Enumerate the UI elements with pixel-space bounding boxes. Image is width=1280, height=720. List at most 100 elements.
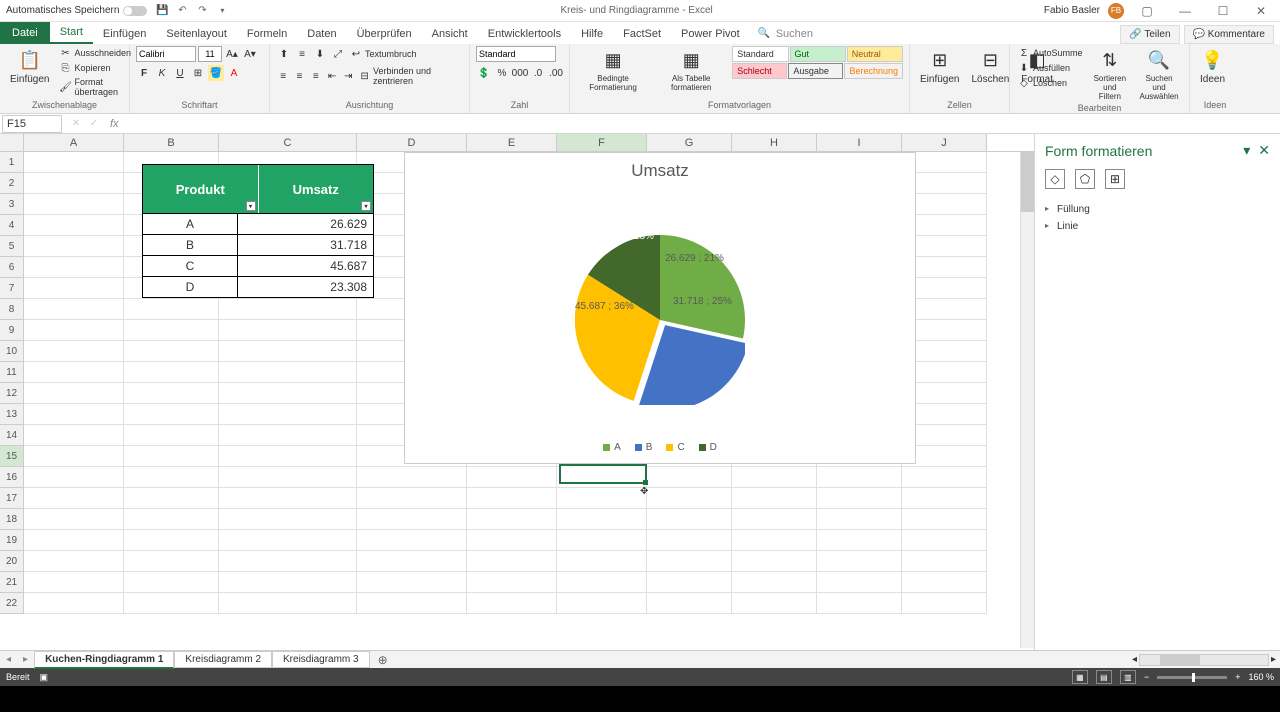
italic-button[interactable]: K	[154, 65, 170, 81]
size-tab-icon[interactable]: ⊞	[1105, 169, 1125, 189]
vertical-scrollbar[interactable]	[1020, 152, 1034, 648]
underline-button[interactable]: U	[172, 65, 188, 81]
row-header[interactable]: 5	[0, 236, 24, 257]
tab-powerpivot[interactable]: Power Pivot	[671, 24, 750, 44]
formula-input[interactable]	[123, 115, 1280, 133]
wrap-text-button[interactable]: ↩Textumbruch	[348, 47, 419, 61]
close-icon[interactable]: ✕	[1246, 2, 1276, 20]
row-header[interactable]: 11	[0, 362, 24, 383]
fill-button[interactable]: ⬇Ausfüllen	[1016, 61, 1085, 75]
selected-cell[interactable]	[559, 464, 647, 484]
tab-hilfe[interactable]: Hilfe	[571, 24, 613, 44]
indent-right-icon[interactable]: ⇥	[341, 68, 355, 84]
align-top-icon[interactable]: ⬆	[276, 46, 292, 62]
add-sheet-icon[interactable]: ⊕	[370, 653, 396, 667]
col-header[interactable]: J	[902, 134, 987, 151]
tab-ueberpruefen[interactable]: Überprüfen	[347, 24, 422, 44]
increase-font-icon[interactable]: A▴	[224, 46, 240, 62]
decrease-font-icon[interactable]: A▾	[242, 46, 258, 62]
row-header[interactable]: 17	[0, 488, 24, 509]
style-ausgabe[interactable]: Ausgabe	[788, 63, 843, 79]
row-header[interactable]: 4	[0, 215, 24, 236]
row-header[interactable]: 16	[0, 467, 24, 488]
orientation-icon[interactable]: ⤢	[330, 46, 346, 62]
search-box[interactable]: Suchen	[758, 24, 823, 44]
row-header[interactable]: 21	[0, 572, 24, 593]
bold-button[interactable]: F	[136, 65, 152, 81]
sheet-tab[interactable]: Kreisdiagramm 3	[272, 651, 370, 668]
align-middle-icon[interactable]: ≡	[294, 46, 310, 62]
col-header[interactable]: I	[817, 134, 902, 151]
align-left-icon[interactable]: ≡	[276, 68, 290, 84]
row-header[interactable]: 10	[0, 341, 24, 362]
cell-styles[interactable]: Standard Gut Neutral Schlecht Ausgabe Be…	[732, 46, 903, 79]
row-header[interactable]: 15	[0, 446, 24, 467]
merge-button[interactable]: ⊟Verbinden und zentrieren	[357, 65, 463, 87]
sheet-tab[interactable]: Kuchen-Ringdiagramm 1	[34, 651, 174, 669]
row-header[interactable]: 22	[0, 593, 24, 614]
view-pagebreak-icon[interactable]: ▥	[1120, 670, 1136, 684]
autosave-toggle[interactable]: Automatisches Speichern	[6, 5, 147, 16]
indent-left-icon[interactable]: ⇤	[325, 68, 339, 84]
fill-color-button[interactable]: 🪣	[208, 65, 224, 81]
user-avatar[interactable]: FB	[1108, 3, 1124, 19]
format-painter-button[interactable]: 🖌Format übertragen	[57, 76, 133, 98]
align-right-icon[interactable]: ≡	[309, 68, 323, 84]
row-header[interactable]: 13	[0, 404, 24, 425]
zoom-in-icon[interactable]: +	[1235, 672, 1240, 682]
table-row[interactable]: A26.629	[143, 213, 373, 234]
ribbon-options-icon[interactable]: ▢	[1132, 2, 1162, 20]
redo-icon[interactable]: ↷	[195, 4, 209, 18]
view-normal-icon[interactable]: ▦	[1072, 670, 1088, 684]
style-schlecht[interactable]: Schlecht	[732, 63, 787, 79]
undo-icon[interactable]: ↶	[175, 4, 189, 18]
macro-record-icon[interactable]: ▣	[40, 672, 49, 683]
tab-file[interactable]: Datei	[0, 22, 50, 44]
sheet-tab[interactable]: Kreisdiagramm 2	[174, 651, 272, 668]
inc-decimal-icon[interactable]: .0	[530, 65, 546, 81]
thousands-icon[interactable]: 000	[512, 65, 528, 81]
font-color-button[interactable]: A	[226, 65, 242, 81]
col-header[interactable]: C	[219, 134, 357, 151]
col-header[interactable]: F	[557, 134, 647, 151]
name-box[interactable]: F15	[2, 115, 62, 133]
panel-close-icon[interactable]: ✕	[1258, 142, 1270, 159]
tab-start[interactable]: Start	[50, 22, 93, 44]
select-all-corner[interactable]	[0, 134, 24, 151]
tab-ansicht[interactable]: Ansicht	[422, 24, 478, 44]
sheet-nav-prev-icon[interactable]: ◂	[0, 654, 17, 665]
clear-button[interactable]: ◇Löschen	[1016, 76, 1085, 90]
style-gut[interactable]: Gut	[790, 46, 846, 62]
conditional-format-button[interactable]: ▦Bedingte Formatierung	[576, 46, 650, 94]
view-layout-icon[interactable]: ▤	[1096, 670, 1112, 684]
col-header[interactable]: E	[467, 134, 557, 151]
col-header[interactable]: H	[732, 134, 817, 151]
fill-line-tab-icon[interactable]: ◇	[1045, 169, 1065, 189]
row-header[interactable]: 20	[0, 551, 24, 572]
hscroll-left-icon[interactable]: ◂	[1132, 654, 1137, 665]
autosum-button[interactable]: ΣAutoSumme	[1016, 46, 1085, 60]
tab-entwicklertools[interactable]: Entwicklertools	[478, 24, 571, 44]
maximize-icon[interactable]: ☐	[1208, 2, 1238, 20]
border-button[interactable]: ⊞	[190, 65, 206, 81]
col-header[interactable]: G	[647, 134, 732, 151]
row-header[interactable]: 19	[0, 530, 24, 551]
row-header[interactable]: 3	[0, 194, 24, 215]
ideas-button[interactable]: 💡Ideen	[1196, 46, 1229, 87]
tab-formeln[interactable]: Formeln	[237, 24, 297, 44]
row-header[interactable]: 12	[0, 383, 24, 404]
align-bottom-icon[interactable]: ⬇	[312, 46, 328, 62]
percent-icon[interactable]: %	[494, 65, 510, 81]
row-header[interactable]: 18	[0, 509, 24, 530]
row-header[interactable]: 9	[0, 320, 24, 341]
number-format-select[interactable]	[476, 46, 556, 62]
zoom-level[interactable]: 160 %	[1248, 672, 1274, 682]
table-row[interactable]: B31.718	[143, 234, 373, 255]
col-header[interactable]: B	[124, 134, 219, 151]
row-header[interactable]: 7	[0, 278, 24, 299]
minimize-icon[interactable]: ―	[1170, 2, 1200, 20]
insert-cells-button[interactable]: ⊞Einfügen	[916, 46, 963, 87]
copy-button[interactable]: ⎘Kopieren	[57, 61, 133, 75]
effects-tab-icon[interactable]: ⬠	[1075, 169, 1095, 189]
cancel-formula-icon[interactable]: ✕	[68, 116, 84, 132]
